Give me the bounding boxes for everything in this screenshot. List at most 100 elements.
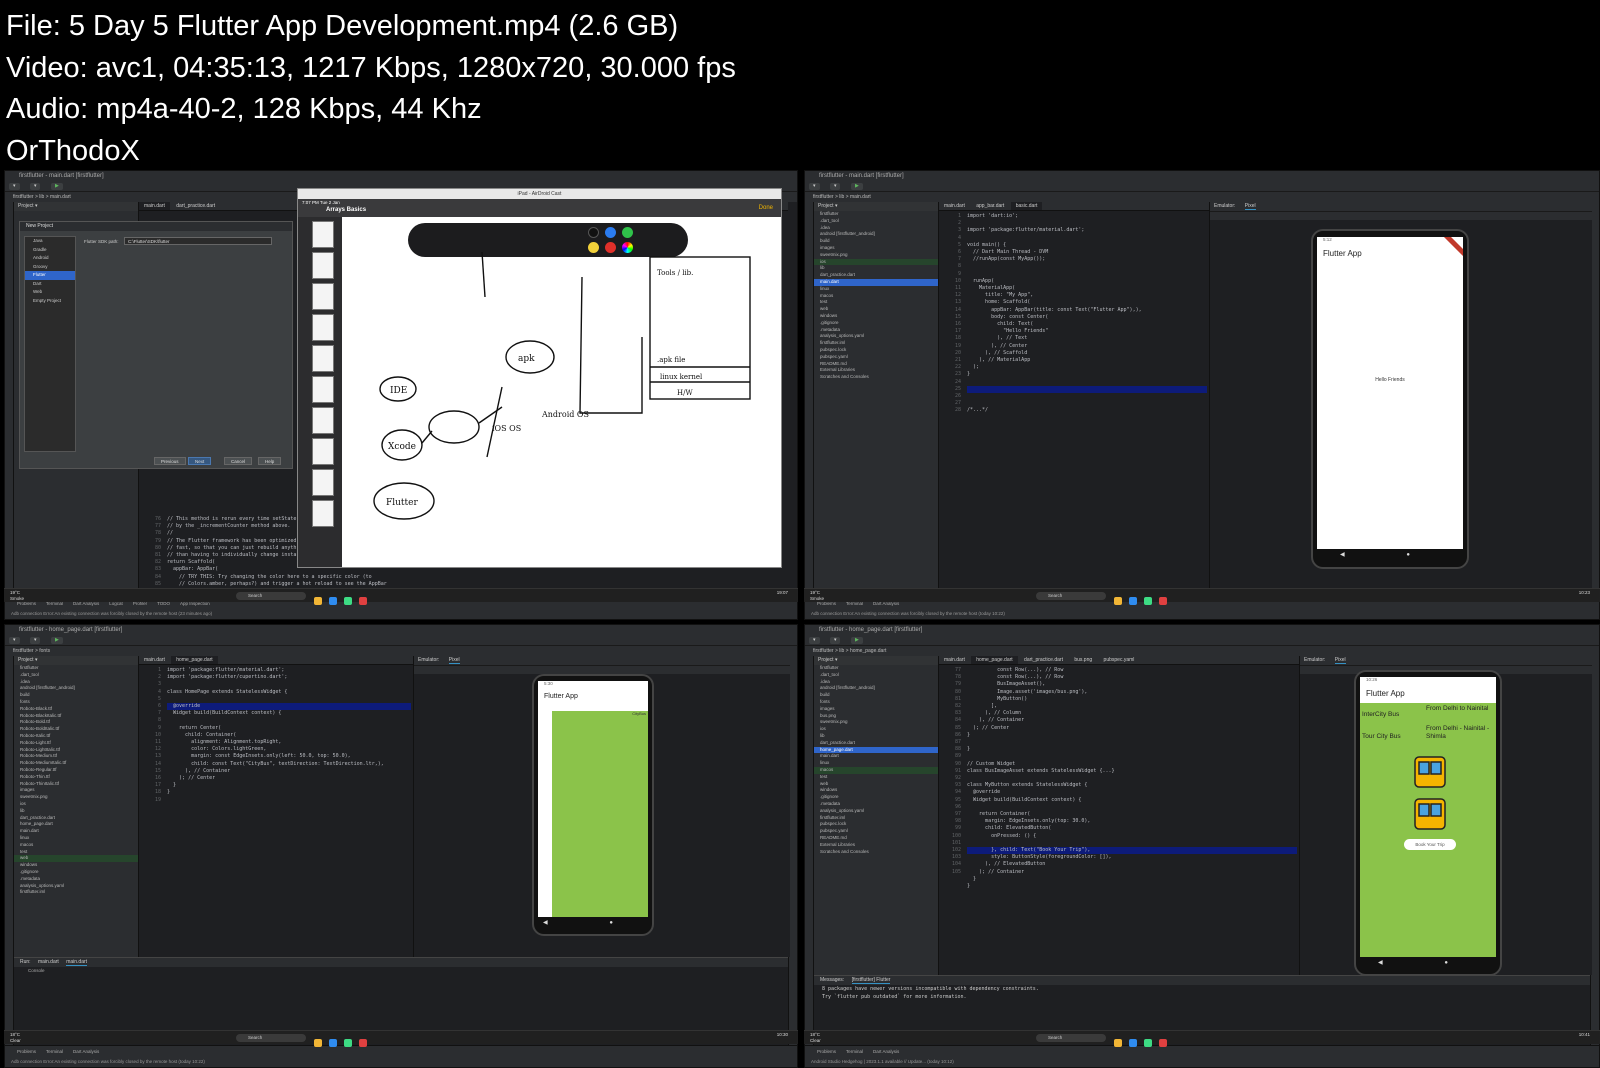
tree-item[interactable]: .idea xyxy=(814,225,938,232)
tab-pixel[interactable]: Pixel xyxy=(448,657,460,664)
tab-pubspec[interactable]: pubspec.yaml xyxy=(1099,656,1140,664)
tree-item[interactable]: firstflutter.iml xyxy=(14,889,138,896)
chrome-icon[interactable] xyxy=(359,597,367,605)
tree-item[interactable]: .idea xyxy=(14,679,138,686)
next-button[interactable]: Next xyxy=(188,457,212,465)
page-thumb[interactable] xyxy=(312,376,334,403)
page-thumb[interactable] xyxy=(312,469,334,496)
android-nav-bar[interactable]: ◀ ● ■ xyxy=(1317,549,1463,561)
tree-item[interactable]: macos xyxy=(814,293,938,300)
tree-item[interactable]: .metadata xyxy=(14,876,138,883)
bottom-tab-dart-analysis[interactable]: Dart Analysis xyxy=(873,1049,899,1054)
tab-pixel[interactable]: Pixel xyxy=(1334,657,1346,664)
run-config[interactable]: ▾ xyxy=(29,183,41,190)
run-icon[interactable]: ▶ xyxy=(50,637,63,644)
weather-widget[interactable]: 19°C Smoke xyxy=(810,590,824,602)
tree-item[interactable]: bus.png xyxy=(814,713,938,720)
page-thumb[interactable] xyxy=(312,500,334,527)
tab-dart-practice[interactable]: dart_practice.dart xyxy=(171,202,220,210)
edge-icon[interactable] xyxy=(1129,597,1137,605)
tree-item[interactable]: macos xyxy=(14,842,138,849)
tree-item[interactable]: windows xyxy=(814,313,938,320)
tree-item[interactable]: Roboto-Thin.ttf xyxy=(14,774,138,781)
sdk-path-field[interactable]: C:\Flutter\SDK\flutter xyxy=(124,237,272,245)
run-config[interactable]: ▾ xyxy=(829,183,841,190)
tree-item[interactable]: ios xyxy=(814,726,938,733)
edge-icon[interactable] xyxy=(329,1039,337,1047)
weather-widget[interactable]: 19°C Smoke xyxy=(10,590,24,602)
tree-item[interactable]: analysis_options.yaml xyxy=(814,333,938,340)
device-selector[interactable]: ▾ xyxy=(9,637,20,644)
tree-item[interactable]: linux xyxy=(814,760,938,767)
tree-item[interactable]: Roboto-Black.ttf xyxy=(14,706,138,713)
edge-icon[interactable] xyxy=(1129,1039,1137,1047)
tab-bus-png[interactable]: bus.png xyxy=(1069,656,1097,664)
run-config[interactable]: ▾ xyxy=(29,637,41,644)
tree-item[interactable]: .dart_tool xyxy=(814,218,938,225)
tab-main-dart[interactable]: main.dart xyxy=(139,656,170,664)
weather-widget[interactable]: 18°C Clear xyxy=(10,1032,21,1044)
dialog-item[interactable]: Web xyxy=(25,288,75,297)
tree-item[interactable]: Roboto-Italic.ttf xyxy=(14,733,138,740)
tree-item[interactable]: README.md xyxy=(814,361,938,368)
tab-home-page[interactable]: home_page.dart xyxy=(971,656,1018,664)
folder-icon[interactable] xyxy=(314,597,322,605)
taskbar-search[interactable]: Search xyxy=(1036,592,1106,600)
done-button[interactable]: Done xyxy=(759,205,773,211)
tree-item[interactable]: .dart_tool xyxy=(14,672,138,679)
taskbar-search[interactable]: Search xyxy=(236,1034,306,1042)
code-editor[interactable]: 1 2 3 4 5 6 7 8 9 10 11 12 13 14 15 16 17 18 19 import 'pa… xyxy=(139,665,413,957)
tree-item[interactable]: android [firstflutter_android] xyxy=(814,231,938,238)
run-icon[interactable]: ▶ xyxy=(50,183,63,190)
folder-icon[interactable] xyxy=(1114,597,1122,605)
tree-item[interactable]: dart_practice.dart xyxy=(814,272,938,279)
device-selector[interactable]: ▾ xyxy=(809,637,820,644)
dialog-item[interactable]: Java xyxy=(25,237,75,246)
tree-item[interactable]: .dart_tool xyxy=(814,672,938,679)
tree-item[interactable]: Roboto-Bold.ttf xyxy=(14,719,138,726)
tree-item[interactable]: macos xyxy=(814,766,938,774)
tab-app-bar[interactable]: app_bar.dart xyxy=(971,202,1009,210)
chrome-icon[interactable] xyxy=(1159,1039,1167,1047)
tree-item[interactable]: build xyxy=(814,692,938,699)
android-studio-icon[interactable] xyxy=(344,597,352,605)
tree-item[interactable]: dart_practice.dart xyxy=(814,740,938,747)
bottom-tab-problems[interactable]: Problems xyxy=(817,1049,836,1054)
tree-item[interactable]: linux xyxy=(814,286,938,293)
tree-item[interactable]: android [firstflutter_android] xyxy=(14,685,138,692)
taskbar-search[interactable]: Search xyxy=(236,592,306,600)
tree-item[interactable]: test xyxy=(814,299,938,306)
run-tab-main-1[interactable]: main.dart xyxy=(38,959,59,965)
bottom-tab-problems[interactable]: Problems xyxy=(17,1049,36,1054)
dialog-item[interactable]: Gradle xyxy=(25,246,75,255)
bottom-tab-dart-analysis[interactable]: Dart Analysis xyxy=(73,1049,99,1054)
phone-screen[interactable]: 10:26 Flutter App InterCity Bus From Del… xyxy=(1360,677,1496,969)
tree-item[interactable]: Scratches and Consoles xyxy=(814,849,938,856)
folder-icon[interactable] xyxy=(1114,1039,1122,1047)
tree-item[interactable]: .metadata xyxy=(814,801,938,808)
tree-item[interactable]: test xyxy=(814,774,938,781)
tree-item[interactable]: lib xyxy=(14,808,138,815)
tree-item[interactable]: images xyxy=(814,706,938,713)
tree-item[interactable]: Roboto-MediumItalic.ttf xyxy=(14,760,138,767)
tree-item[interactable]: Roboto-ThinItalic.ttf xyxy=(14,781,138,788)
tree-item[interactable]: sweetmix.png xyxy=(814,252,938,259)
tree-item[interactable]: pubspec.lock xyxy=(814,821,938,828)
tree-item[interactable]: External Libraries xyxy=(814,842,938,849)
tree-item[interactable]: analysis_options.yaml xyxy=(814,808,938,815)
tree-item[interactable]: windows xyxy=(814,787,938,794)
dialog-item[interactable]: Groovy xyxy=(25,263,75,272)
previous-button[interactable]: Previous xyxy=(154,457,186,465)
run-tab-main-2[interactable]: main.dart xyxy=(66,959,88,966)
tree-item[interactable]: lib xyxy=(814,733,938,740)
tree-item[interactable]: firstflutter xyxy=(14,665,138,672)
tree-item[interactable]: fonts xyxy=(14,699,138,706)
tree-item[interactable]: Roboto-BlackItalic.ttf xyxy=(14,713,138,720)
tree-item[interactable]: README.md xyxy=(814,835,938,842)
tree-item[interactable]: External Libraries xyxy=(814,367,938,374)
page-thumb[interactable] xyxy=(312,283,334,310)
tree-item[interactable]: .gitignore xyxy=(14,869,138,876)
weather-widget[interactable]: 18°C Clear xyxy=(810,1032,821,1044)
android-nav-bar[interactable]: ◀ ● ■ xyxy=(538,917,648,929)
tab-main-dart[interactable]: main.dart xyxy=(139,202,170,210)
